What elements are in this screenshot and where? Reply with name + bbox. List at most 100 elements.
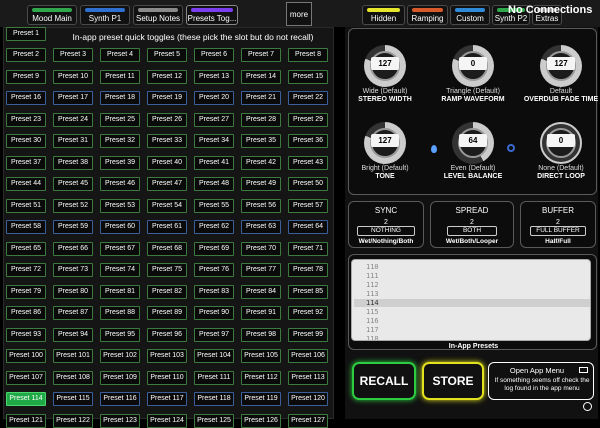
overdub-fade-time-knob[interactable]: 127 xyxy=(540,45,582,87)
preset-button[interactable]: Preset 89 xyxy=(147,306,187,320)
preset-button[interactable]: Preset 122 xyxy=(53,413,93,428)
preset-button[interactable]: Preset 26 xyxy=(147,112,187,127)
preset-button[interactable]: Preset 32 xyxy=(100,134,140,148)
preset-button[interactable]: Preset 66 xyxy=(53,241,93,256)
ramp-waveform-knob[interactable]: 0 xyxy=(452,45,494,87)
preset-button[interactable]: Preset 114 xyxy=(6,392,46,406)
tab-ramping[interactable]: Ramping xyxy=(407,5,448,25)
preset-button[interactable]: Preset 2 xyxy=(6,48,46,62)
preset-button[interactable]: Preset 46 xyxy=(100,177,140,191)
preset-button[interactable]: Preset 37 xyxy=(6,155,46,170)
preset-button[interactable]: Preset 38 xyxy=(53,155,93,170)
preset-button[interactable]: Preset 61 xyxy=(147,220,187,234)
preset-button[interactable]: Preset 71 xyxy=(288,241,328,256)
preset-button[interactable]: Preset 96 xyxy=(147,327,187,342)
preset-button[interactable]: Preset 75 xyxy=(147,263,187,277)
preset-button[interactable]: Preset 77 xyxy=(241,263,281,277)
preset-button[interactable]: Preset 63 xyxy=(241,220,281,234)
preset-button[interactable]: Preset 116 xyxy=(100,392,140,406)
preset-button[interactable]: Preset 104 xyxy=(194,349,234,363)
preset-button[interactable]: Preset 29 xyxy=(288,112,328,127)
preset-button[interactable]: Preset 78 xyxy=(288,263,328,277)
preset-button[interactable]: Preset 17 xyxy=(53,91,93,105)
preset-button[interactable]: Preset 109 xyxy=(100,370,140,385)
preset-button[interactable]: Preset 39 xyxy=(100,155,140,170)
store-button[interactable]: STORE xyxy=(422,362,484,400)
preset-button[interactable]: Preset 55 xyxy=(194,198,234,213)
preset-button[interactable]: Preset 93 xyxy=(6,327,46,342)
preset-button[interactable]: Preset 86 xyxy=(6,306,46,320)
preset-button[interactable]: Preset 126 xyxy=(241,413,281,428)
preset-button[interactable]: Preset 95 xyxy=(100,327,140,342)
preset-button[interactable]: Preset 47 xyxy=(147,177,187,191)
preset-button[interactable]: Preset 99 xyxy=(288,327,328,342)
preset-button[interactable]: Preset 56 xyxy=(241,198,281,213)
preset-button[interactable]: Preset 15 xyxy=(288,69,328,84)
preset-button[interactable]: Preset 83 xyxy=(194,284,234,299)
preset-button[interactable]: Preset 22 xyxy=(288,91,328,105)
preset-button[interactable]: Preset 112 xyxy=(241,370,281,385)
preset-button[interactable]: Preset 35 xyxy=(241,134,281,148)
preset-button[interactable]: Preset 84 xyxy=(241,284,281,299)
list-item[interactable]: 112 xyxy=(366,281,586,289)
preset-button[interactable]: Preset 127 xyxy=(288,413,328,428)
preset-button[interactable]: Preset 6 xyxy=(194,48,234,62)
app-menu-button[interactable]: Open App Menu If something seems off che… xyxy=(488,362,594,400)
preset-button[interactable]: Preset 53 xyxy=(100,198,140,213)
preset-button[interactable]: Preset 28 xyxy=(241,112,281,127)
preset-button[interactable]: Preset 33 xyxy=(147,134,187,148)
preset-button[interactable]: Preset 27 xyxy=(194,112,234,127)
spread-value[interactable]: BOTH xyxy=(447,226,497,236)
preset-button[interactable]: Preset 4 xyxy=(100,48,140,62)
preset-button[interactable]: Preset 111 xyxy=(194,370,234,385)
in-app-preset-list[interactable]: 110 111 112 113 114 115 116 117 118 xyxy=(351,259,591,341)
preset-button[interactable]: Preset 24 xyxy=(53,112,93,127)
preset-button[interactable]: Preset 106 xyxy=(288,349,328,363)
preset-button[interactable]: Preset 119 xyxy=(241,392,281,406)
preset-button[interactable]: Preset 5 xyxy=(147,48,187,62)
buffer-value[interactable]: FULL BUFFER xyxy=(530,226,586,236)
preset-button[interactable]: Preset 34 xyxy=(194,134,234,148)
preset-button[interactable]: Preset 125 xyxy=(194,413,234,428)
preset-button[interactable]: Preset 60 xyxy=(100,220,140,234)
preset-button[interactable]: Preset 58 xyxy=(6,220,46,234)
stereo-width-knob[interactable]: 127 xyxy=(364,45,406,87)
preset-button[interactable]: Preset 54 xyxy=(147,198,187,213)
preset-button[interactable]: Preset 70 xyxy=(241,241,281,256)
preset-button[interactable]: Preset 115 xyxy=(53,392,93,406)
preset-button[interactable]: Preset 51 xyxy=(6,198,46,213)
list-item-selected[interactable]: 114 xyxy=(354,299,590,307)
preset-button[interactable]: Preset 113 xyxy=(288,370,328,385)
list-item[interactable]: 113 xyxy=(366,290,586,298)
tone-knob[interactable]: 127 xyxy=(364,122,406,164)
preset-button[interactable]: Preset 91 xyxy=(241,306,281,320)
sync-value[interactable]: NOTHING xyxy=(357,226,415,236)
preset-button[interactable]: Preset 10 xyxy=(53,69,93,84)
more-button[interactable]: more xyxy=(286,2,312,26)
preset-button[interactable]: Preset 25 xyxy=(100,112,140,127)
preset-button[interactable]: Preset 12 xyxy=(147,69,187,84)
preset-button[interactable]: Preset 97 xyxy=(194,327,234,342)
preset-button[interactable]: Preset 120 xyxy=(288,392,328,406)
preset-button[interactable]: Preset 41 xyxy=(194,155,234,170)
preset-button[interactable]: Preset 87 xyxy=(53,306,93,320)
direct-loop-knob[interactable]: 0 xyxy=(540,122,582,164)
preset-button[interactable]: Preset 118 xyxy=(194,392,234,406)
preset-button[interactable]: Preset 67 xyxy=(100,241,140,256)
tab-presets-toggles[interactable]: Presets Tog... xyxy=(186,5,238,25)
preset-button[interactable]: Preset 23 xyxy=(6,112,46,127)
preset-button[interactable]: Preset 72 xyxy=(6,263,46,277)
preset-button[interactable]: Preset 107 xyxy=(6,370,46,385)
preset-button[interactable]: Preset 81 xyxy=(100,284,140,299)
preset-button[interactable]: Preset 40 xyxy=(147,155,187,170)
preset-button[interactable]: Preset 1 xyxy=(6,27,46,41)
list-item[interactable]: 118 xyxy=(366,335,586,340)
preset-button[interactable]: Preset 94 xyxy=(53,327,93,342)
list-item[interactable]: 117 xyxy=(366,326,586,334)
preset-button[interactable]: Preset 59 xyxy=(53,220,93,234)
preset-button[interactable]: Preset 42 xyxy=(241,155,281,170)
preset-button[interactable]: Preset 123 xyxy=(100,413,140,428)
preset-button[interactable]: Preset 13 xyxy=(194,69,234,84)
preset-button[interactable]: Preset 49 xyxy=(241,177,281,191)
preset-button[interactable]: Preset 14 xyxy=(241,69,281,84)
